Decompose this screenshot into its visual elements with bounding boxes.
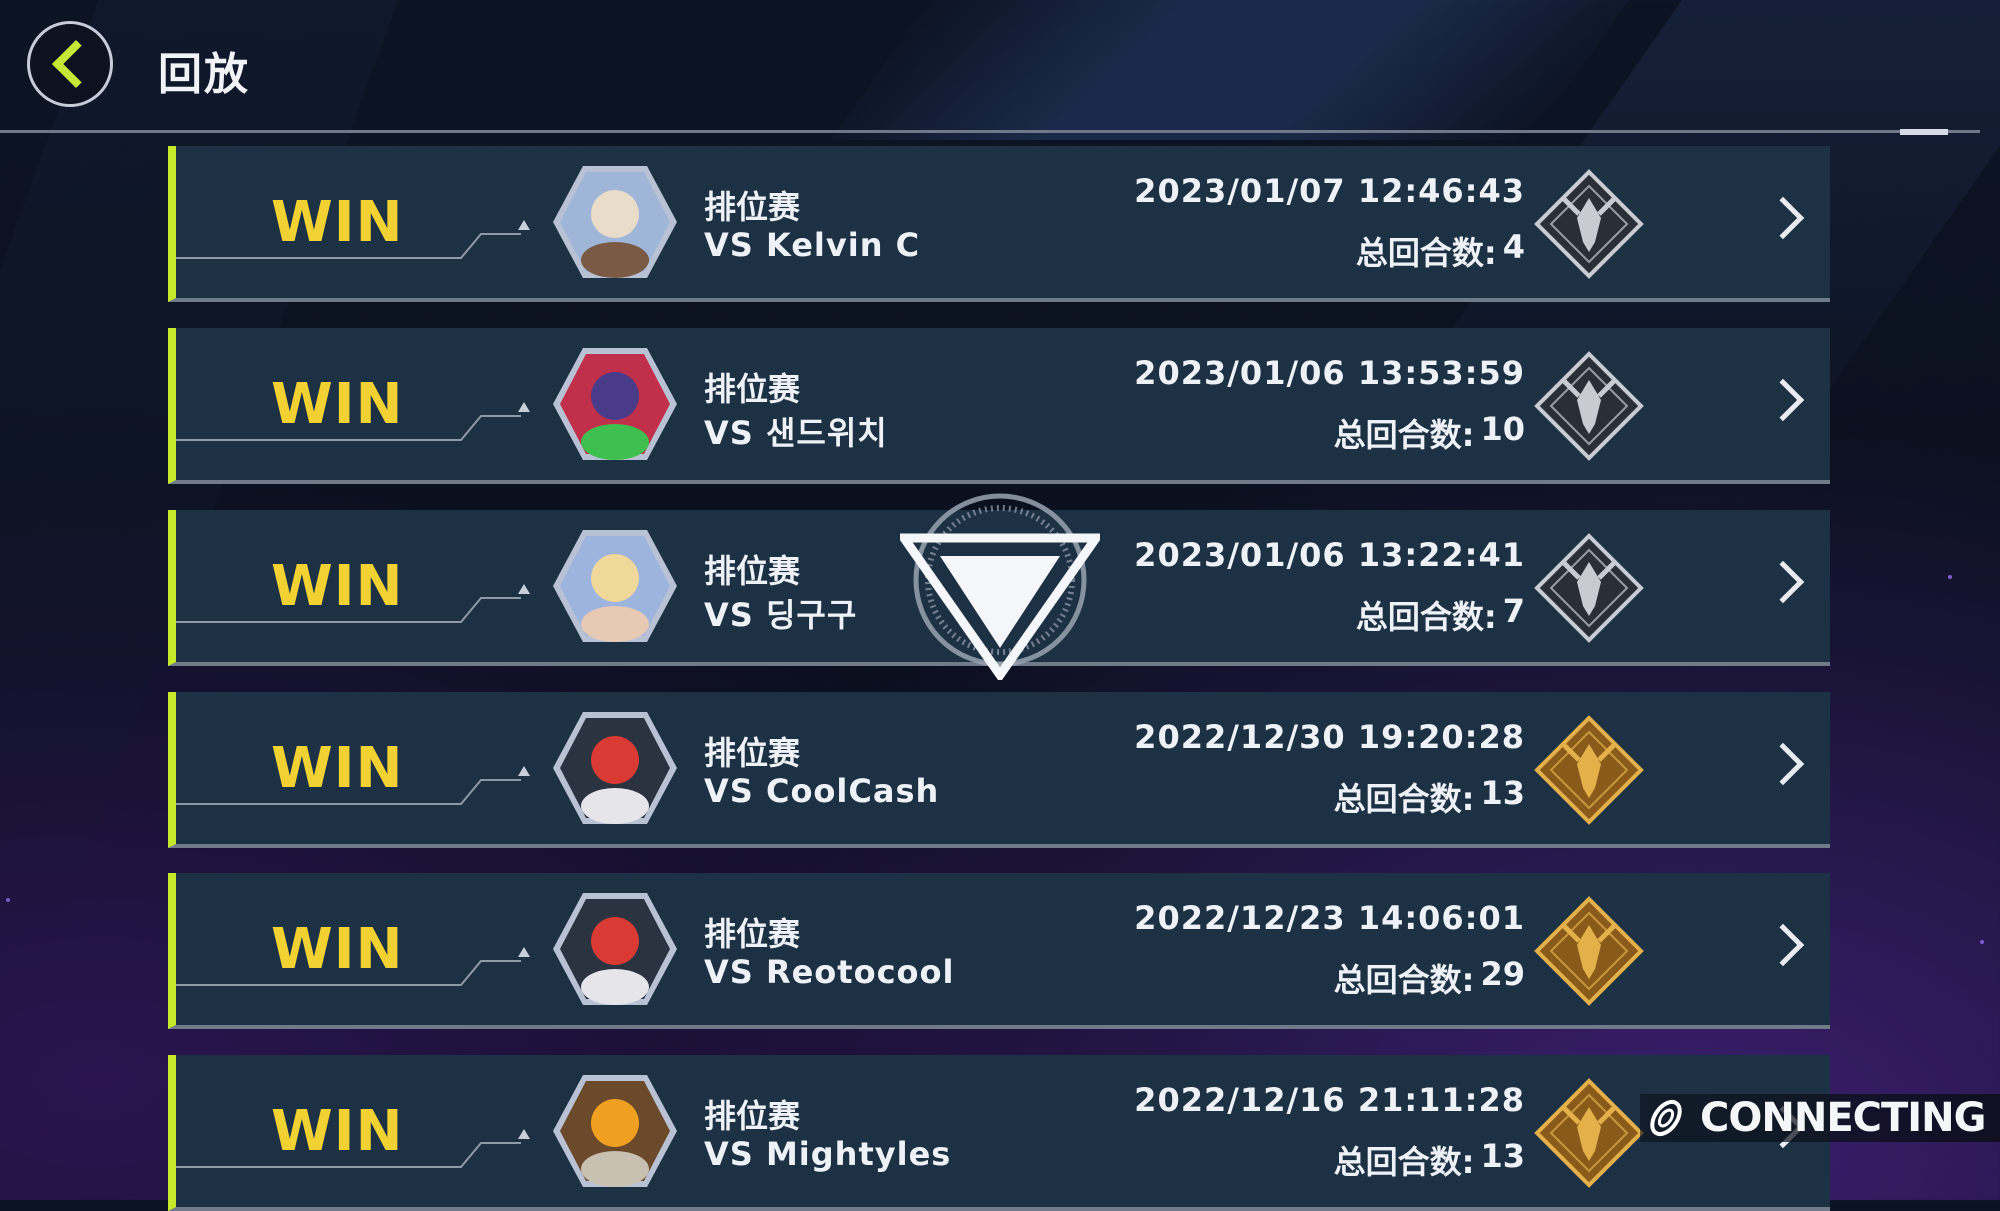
red-cap-duelist-avatar xyxy=(551,708,679,828)
match-datetime: 2022/12/23 14:06:01 xyxy=(1134,899,1525,937)
turn-count-value: 4 xyxy=(1502,228,1525,266)
match-mode: 排位赛 xyxy=(704,370,801,408)
turn-count: 总回合数: 4 xyxy=(1356,228,1525,274)
header-divider xyxy=(0,130,1980,133)
masked-monster-avatar xyxy=(551,344,679,464)
match-mode: 排位赛 xyxy=(704,188,801,226)
sparkle xyxy=(6,898,10,902)
match-mode: 排位赛 xyxy=(704,915,801,953)
gold-eagle-rank-icon xyxy=(1533,895,1645,1007)
turn-count-label: 总回合数: xyxy=(1355,234,1497,272)
match-datetime: 2022/12/30 19:20:28 xyxy=(1134,718,1525,756)
chevron-right-icon[interactable] xyxy=(1761,560,1805,604)
replay-row[interactable]: WIN 排位赛 VS Kelvin C 2023/01/07 12:46:43 … xyxy=(168,146,1830,302)
turn-count-value: 10 xyxy=(1480,410,1525,448)
match-mode: 排位赛 xyxy=(704,734,801,772)
turn-count-label: 总回合数: xyxy=(1333,780,1475,818)
blonde-girl-avatar xyxy=(551,526,679,646)
page-title: 回放 xyxy=(158,49,250,100)
opponent-name: VS 샌드위치 xyxy=(704,414,888,452)
match-result: WIN xyxy=(271,1099,404,1164)
chevron-right-icon[interactable] xyxy=(1761,196,1805,240)
turn-count-value: 13 xyxy=(1480,774,1525,812)
match-datetime: 2023/01/06 13:22:41 xyxy=(1134,536,1525,574)
header-divider-tick xyxy=(1900,129,1948,135)
match-datetime: 2023/01/07 12:46:43 xyxy=(1134,172,1525,210)
sparkle xyxy=(1980,940,1984,944)
turn-count: 总回合数: 7 xyxy=(1356,592,1525,638)
turn-count-label: 总回合数: xyxy=(1333,961,1475,999)
red-cap-duelist-avatar xyxy=(551,889,679,1009)
replay-row[interactable]: WIN 排位赛 VS Reotocool 2022/12/23 14:06:01… xyxy=(168,873,1830,1029)
background-stripe xyxy=(830,0,1630,140)
silver-stag-rank-icon xyxy=(1533,168,1645,280)
match-mode: 排位赛 xyxy=(704,1097,801,1135)
opponent-name: VS Reotocool xyxy=(704,953,955,991)
match-result: WIN xyxy=(271,372,404,437)
triangle-loading-icon xyxy=(900,493,1100,680)
turn-count: 总回合数: 13 xyxy=(1334,774,1525,820)
turn-count-value: 13 xyxy=(1480,1137,1525,1175)
gold-eagle-rank-icon xyxy=(1533,714,1645,826)
back-button[interactable] xyxy=(27,21,113,107)
turn-count: 总回合数: 10 xyxy=(1334,410,1525,456)
opponent-name: VS Mightyles xyxy=(704,1135,952,1173)
replay-row[interactable]: WIN 排位赛 VS 샌드위치 2023/01/06 13:53:59 总回合数… xyxy=(168,328,1830,484)
golden-dragon-avatar xyxy=(551,1071,679,1191)
opponent-name: VS CoolCash xyxy=(704,772,940,810)
turn-count-label: 总回合数: xyxy=(1333,1143,1475,1181)
opponent-name: VS 딩구구 xyxy=(704,596,858,634)
replay-row[interactable]: WIN 排位赛 VS CoolCash 2022/12/30 19:20:28 … xyxy=(168,692,1830,848)
turn-count: 总回合数: 13 xyxy=(1334,1137,1525,1183)
sparkle xyxy=(1948,575,1952,579)
match-datetime: 2023/01/06 13:53:59 xyxy=(1134,354,1525,392)
turn-count: 总回合数: 29 xyxy=(1334,955,1525,1001)
match-result: WIN xyxy=(271,554,404,619)
connecting-spinner-icon xyxy=(1650,1099,1682,1137)
match-result: WIN xyxy=(271,190,404,255)
turn-count-value: 7 xyxy=(1502,592,1525,630)
chevron-left-icon xyxy=(51,39,101,89)
match-mode: 排位赛 xyxy=(704,552,801,590)
match-result: WIN xyxy=(271,736,404,801)
turn-count-label: 总回合数: xyxy=(1355,598,1497,636)
chevron-right-icon[interactable] xyxy=(1761,378,1805,422)
replay-row[interactable]: WIN 排位赛 VS Mightyles 2022/12/16 21:11:28… xyxy=(168,1055,1830,1211)
opponent-name: VS Kelvin C xyxy=(704,226,921,264)
match-datetime: 2022/12/16 21:11:28 xyxy=(1134,1081,1525,1119)
turn-count-label: 总回合数: xyxy=(1333,416,1475,454)
connecting-label: CONNECTING xyxy=(1700,1095,1986,1141)
connecting-indicator: CONNECTING xyxy=(1640,1094,2000,1142)
chevron-right-icon[interactable] xyxy=(1761,923,1805,967)
match-result: WIN xyxy=(271,917,404,982)
chevron-right-icon[interactable] xyxy=(1761,742,1805,786)
turn-count-value: 29 xyxy=(1480,955,1525,993)
white-haired-duelist-avatar xyxy=(551,162,679,282)
silver-stag-rank-icon xyxy=(1533,532,1645,644)
silver-stag-rank-icon xyxy=(1533,350,1645,462)
gold-eagle-rank-icon xyxy=(1533,1077,1645,1189)
